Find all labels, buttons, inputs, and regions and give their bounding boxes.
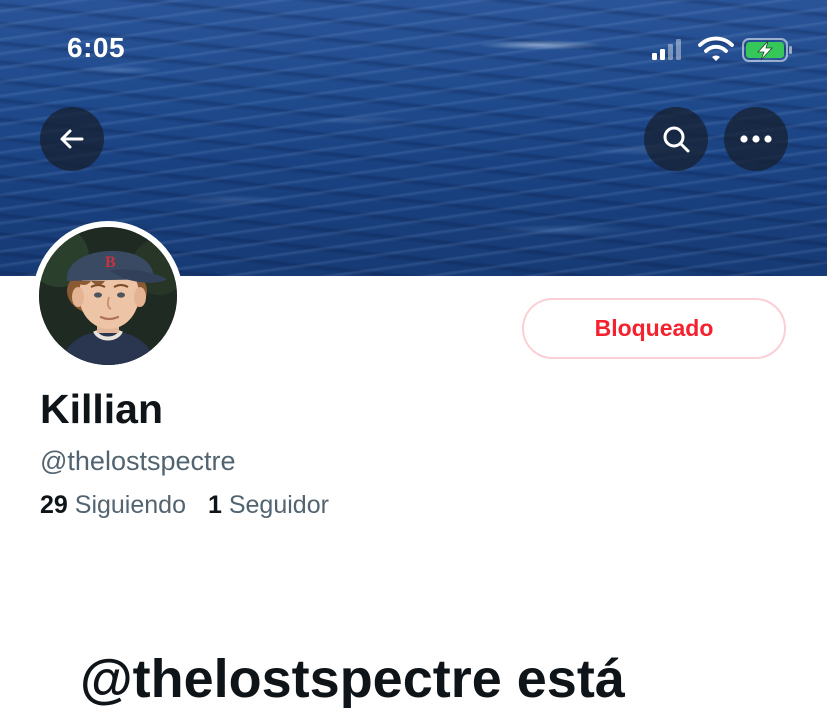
blocked-button[interactable]: Bloqueado [522,298,786,359]
avatar[interactable]: B [39,227,177,365]
status-bar-icons [652,36,792,62]
blocked-button-label: Bloqueado [594,315,714,341]
followers-count: 1 [207,491,222,519]
following-count: 29 [40,491,68,519]
more-options-button[interactable] [724,107,788,171]
svg-text:B: B [105,254,116,271]
arrow-left-icon [60,129,84,149]
search-icon [663,126,690,153]
wifi-icon [698,36,734,61]
following-label: Siguiendo [74,491,186,519]
followers-label: Seguidor [228,491,329,519]
avatar-frame[interactable]: B [33,221,183,371]
more-horizontal-icon [740,135,772,143]
blocked-message-heading: @thelostspectre está [80,649,625,709]
battery-charging-icon [742,38,792,62]
following-link[interactable]: 29 Siguiendo [40,491,186,519]
profile-photo: B [39,227,177,365]
followers-link[interactable]: 1 Seguidor [208,491,329,519]
profile-handle: @thelostspectre [40,446,236,476]
profile-stats: 29 Siguiendo 1 Seguidor [40,491,329,520]
profile-display-name: Killian [40,386,164,432]
status-time: 6:05 [67,32,126,63]
cellular-signal-icon [652,39,681,60]
search-button[interactable] [644,107,708,171]
back-button[interactable] [40,107,104,171]
